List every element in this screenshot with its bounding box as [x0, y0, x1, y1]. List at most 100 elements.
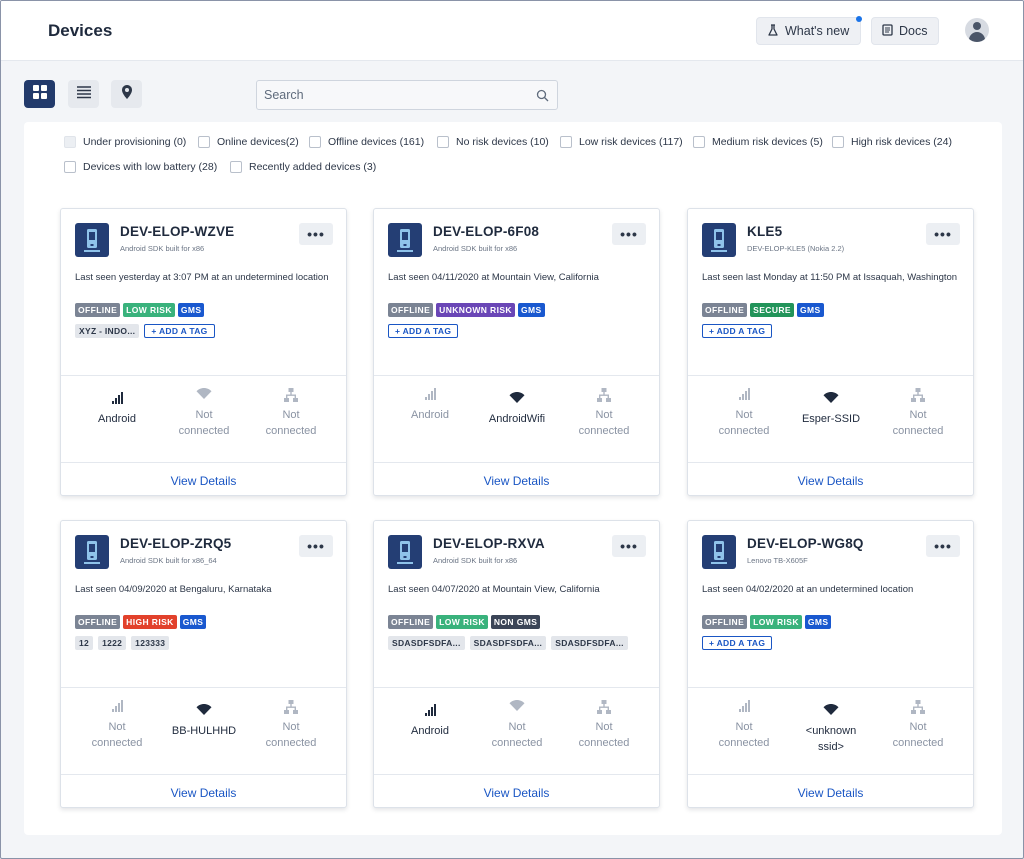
device-card[interactable]: DEV-ELOP-6F08 Android SDK built for x86 ••…	[373, 208, 660, 496]
device-name[interactable]: DEV-ELOP-ZRQ5	[120, 536, 231, 551]
status-badge: LOW RISK	[436, 615, 488, 629]
status-badge: GMS	[177, 303, 205, 317]
filter-label: Medium risk devices (5)	[712, 136, 823, 148]
checkbox[interactable]	[437, 136, 449, 148]
last-seen-text: Last seen 04/11/2020 at Mountain View, C…	[388, 272, 599, 283]
checkbox[interactable]	[832, 136, 844, 148]
status-badges: OFFLINE SECURE GMS	[702, 303, 824, 317]
status-badge: GMS	[804, 615, 832, 629]
user-tag[interactable]: SDASDFSDFA...	[551, 636, 628, 650]
search-input[interactable]	[257, 88, 527, 102]
wifi-icon	[469, 391, 565, 407]
filter-checkbox[interactable]: Devices with low battery (28)	[64, 161, 217, 173]
avatar-body	[969, 32, 985, 42]
ethernet-icon	[870, 699, 966, 715]
status-badge: UNKNOWN RISK	[436, 303, 515, 317]
view-details-link[interactable]: View Details	[688, 786, 973, 800]
cellular-status: Android	[382, 387, 478, 423]
device-icon	[388, 223, 422, 257]
status-badges: OFFLINE HIGH RISK GMS	[75, 615, 207, 629]
status-badge: OFFLINE	[702, 303, 748, 317]
connection-label: Android	[411, 725, 449, 737]
checkbox[interactable]	[64, 136, 76, 148]
device-card[interactable]: KLE5 DEV-ELOP-KLE5 (Nokia 2.2) ••• Last see…	[687, 208, 974, 496]
signal-bars-icon	[382, 703, 478, 719]
user-tag[interactable]: 123333	[131, 636, 170, 650]
more-options-button[interactable]: •••	[299, 223, 333, 245]
add-tag-button[interactable]: + ADD A TAG	[144, 324, 215, 338]
page-title: Devices	[48, 21, 113, 40]
docs-label: Docs	[899, 24, 928, 38]
user-tag[interactable]: SDASDFSDFA...	[469, 636, 547, 650]
device-name[interactable]: KLE5	[747, 224, 782, 239]
connection-label: BB-HULHHD	[171, 725, 237, 737]
view-details-link[interactable]: View Details	[374, 474, 659, 488]
user-tag[interactable]: XYZ - INDO...	[75, 324, 140, 338]
signal-bars-icon	[696, 699, 792, 715]
connection-label: Android	[98, 413, 136, 425]
more-options-button[interactable]: •••	[612, 535, 646, 557]
device-name[interactable]: DEV-ELOP-WG8Q	[747, 536, 864, 551]
device-name[interactable]: DEV-ELOP-RXVA	[433, 536, 545, 551]
user-tag[interactable]: 1222	[98, 636, 127, 650]
view-details-link[interactable]: View Details	[688, 474, 973, 488]
more-options-button[interactable]: •••	[926, 223, 960, 245]
more-options-button[interactable]: •••	[926, 535, 960, 557]
status-badges: OFFLINE LOW RISK NON GMS	[388, 615, 541, 629]
user-tags: SDASDFSDFA... SDASDFSDFA... SDASDFSDFA...	[388, 636, 628, 650]
status-badge: OFFLINE	[75, 303, 121, 317]
connection-label: Not connected	[892, 721, 944, 749]
divider	[688, 774, 973, 775]
filter-checkbox[interactable]: High risk devices (24)	[832, 136, 952, 148]
add-tag-button[interactable]: + ADD A TAG	[702, 636, 773, 650]
filter-checkbox[interactable]: Medium risk devices (5)	[693, 136, 823, 148]
search-icon[interactable]	[527, 89, 557, 102]
filter-checkbox[interactable]: No risk devices (10)	[437, 136, 549, 148]
filter-checkbox[interactable]: Online devices(2)	[198, 136, 299, 148]
filter-checkbox[interactable]: Recently added devices (3)	[230, 161, 376, 173]
ethernet-status: Not connected	[556, 699, 652, 751]
connection-label: Not connected	[178, 409, 230, 437]
device-card[interactable]: DEV-ELOP-ZRQ5 Android SDK built for x86_6…	[60, 520, 347, 808]
view-details-link[interactable]: View Details	[374, 786, 659, 800]
filter-label: No risk devices (10)	[456, 136, 549, 148]
list-view-button[interactable]	[68, 80, 99, 108]
user-tag[interactable]: 12	[75, 636, 94, 650]
device-name[interactable]: DEV-ELOP-WZVE	[120, 224, 234, 239]
filter-checkbox[interactable]: Under provisioning (0)	[64, 136, 186, 148]
device-model: DEV-ELOP-KLE5 (Nokia 2.2)	[747, 244, 845, 253]
avatar-head	[973, 22, 981, 30]
user-tag[interactable]: SDASDFSDFA...	[388, 636, 465, 650]
status-badge: GMS	[179, 615, 207, 629]
checkbox[interactable]	[693, 136, 705, 148]
status-badge: OFFLINE	[75, 615, 121, 629]
device-card[interactable]: DEV-ELOP-RXVA Android SDK built for x86 ••…	[373, 520, 660, 808]
status-badges: OFFLINE LOW RISK GMS	[702, 615, 832, 629]
filter-checkbox[interactable]: Offline devices (161)	[309, 136, 424, 148]
map-view-button[interactable]	[111, 80, 142, 108]
checkbox[interactable]	[230, 161, 242, 173]
divider	[61, 462, 346, 463]
filter-checkbox[interactable]: Low risk devices (117)	[560, 136, 683, 148]
checkbox[interactable]	[309, 136, 321, 148]
checkbox[interactable]	[198, 136, 210, 148]
view-details-link[interactable]: View Details	[61, 786, 346, 800]
checkbox[interactable]	[560, 136, 572, 148]
add-tag-button[interactable]: + ADD A TAG	[388, 324, 459, 338]
device-name[interactable]: DEV-ELOP-6F08	[433, 224, 539, 239]
more-options-button[interactable]: •••	[299, 535, 333, 557]
docs-button[interactable]: Docs	[871, 17, 939, 45]
device-icon	[702, 535, 736, 569]
view-details-link[interactable]: View Details	[61, 474, 346, 488]
whats-new-button[interactable]: What's new	[756, 17, 861, 45]
device-icon	[388, 535, 422, 569]
app-window: Devices What's new Docs Search Under pro…	[0, 0, 1024, 859]
user-tags: + ADD A TAG	[388, 324, 459, 338]
grid-view-button[interactable]	[24, 80, 55, 108]
device-card[interactable]: DEV-ELOP-WZVE Android SDK built for x86 ••…	[60, 208, 347, 496]
device-card[interactable]: DEV-ELOP-WG8Q Lenovo TB-X605F ••• Last seen…	[687, 520, 974, 808]
add-tag-button[interactable]: + ADD A TAG	[702, 324, 773, 338]
more-options-button[interactable]: •••	[612, 223, 646, 245]
user-avatar[interactable]	[965, 18, 989, 42]
checkbox[interactable]	[64, 161, 76, 173]
